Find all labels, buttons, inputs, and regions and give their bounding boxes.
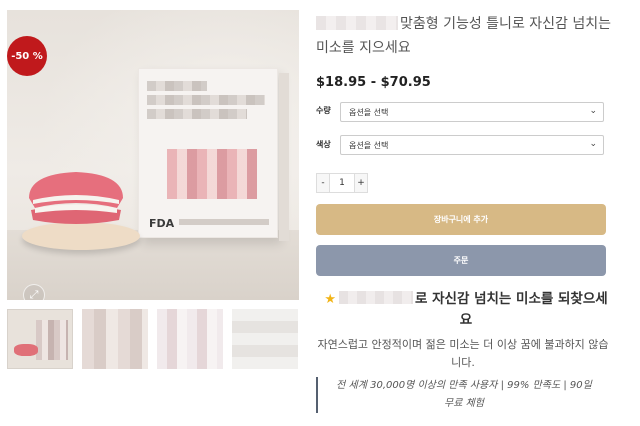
product-main-image[interactable]: FDA -50 % ⤢ <box>7 10 299 300</box>
sale-badge: -50 % <box>7 36 47 76</box>
highlight-description: 자연스럽고 안정적이며 젊은 미소는 더 이상 꿈에 불과하지 않습니다. <box>317 338 609 369</box>
decrease-quantity-button[interactable]: - <box>316 173 330 193</box>
expand-icon[interactable]: ⤢ <box>23 284 45 300</box>
add-to-cart-button[interactable]: 장바구니에 추가 <box>316 204 606 235</box>
thumbnail-4[interactable] <box>232 309 298 369</box>
blurred-brand-name <box>338 291 413 304</box>
chevron-down-icon: ⌄ <box>589 106 597 116</box>
stats-quote: 전 세계 30,000명 이상의 만족 사용자 | 99% 만족도 | 90일 … <box>316 377 610 413</box>
price-range: $18.95 - $70.95 <box>316 75 431 90</box>
product-title: 맞춤형 기능성 틀니로 자신감 넘치는 미소를 지으세요 <box>316 16 611 56</box>
thumbnail-1[interactable] <box>7 309 73 369</box>
denture-stand <box>22 222 140 250</box>
blurred-text <box>179 219 269 225</box>
thumbnail-strip <box>7 309 299 369</box>
quantity-option-label: 수량 <box>316 106 331 115</box>
color-option-select[interactable]: 옵션을 선택 ⌄ <box>340 135 604 155</box>
order-button[interactable]: 주문 <box>316 245 606 276</box>
blurred-brand-name <box>316 16 398 30</box>
blurred-teeth-image <box>167 149 257 199</box>
increase-quantity-button[interactable]: + <box>354 173 368 193</box>
denture-illustration <box>29 172 123 224</box>
blurred-text <box>147 109 247 119</box>
fda-logo: FDA <box>149 217 175 230</box>
quantity-option-select[interactable]: 옵션을 선택 ⌄ <box>340 102 604 122</box>
thumbnail-2[interactable] <box>82 309 148 369</box>
blurred-text <box>147 95 265 105</box>
star-icon: ★ <box>324 292 336 307</box>
thumbnail-3[interactable] <box>157 309 223 369</box>
product-packaging-box: FDA <box>138 68 289 241</box>
quantity-stepper: - 1 + <box>316 173 368 193</box>
color-option-label: 색상 <box>316 140 331 149</box>
blurred-text <box>147 81 207 91</box>
chevron-down-icon: ⌄ <box>589 139 597 149</box>
highlight-heading: ★ 로 자신감 넘치는 미소를 되찾으세요 <box>324 291 608 328</box>
quantity-input[interactable]: 1 <box>330 173 354 193</box>
